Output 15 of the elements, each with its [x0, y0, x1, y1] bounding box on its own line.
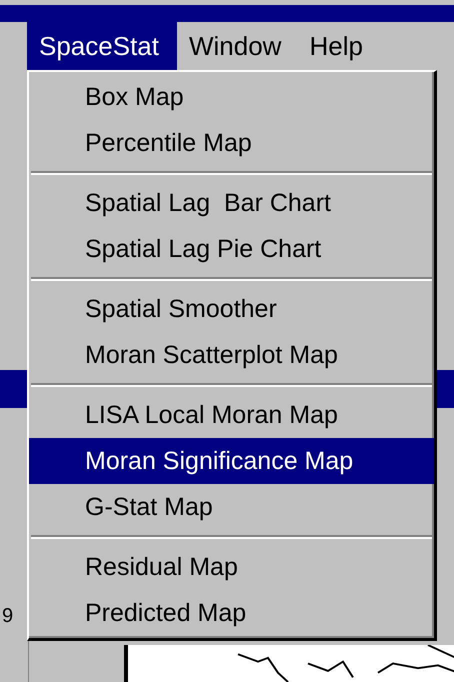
menu-bar-item[interactable]: Window	[176, 22, 298, 70]
menu-item[interactable]: LISA Local Moran Map	[29, 392, 434, 438]
menu-item[interactable]: Moran Significance Map	[29, 438, 434, 484]
menu-item[interactable]: Moran Scatterplot Map	[29, 332, 434, 378]
menu-item[interactable]: Percentile Map	[29, 120, 434, 166]
menu-item[interactable]: Box Map	[29, 74, 434, 120]
menu-item[interactable]: Spatial Smoother	[29, 286, 434, 332]
axis-label: 9	[2, 605, 14, 628]
menu-item[interactable]: G-Stat Map	[29, 484, 434, 530]
menu-bar-item[interactable]: Help	[297, 22, 379, 70]
menu-item[interactable]: Residual Map	[29, 544, 434, 590]
menu-item[interactable]: Spatial Lag Pie Chart	[29, 226, 434, 272]
menu-item[interactable]: Spatial Lag Bar Chart	[29, 180, 434, 226]
menu-item[interactable]: Predicted Map	[29, 590, 434, 636]
menu-bar-item[interactable]: SpaceStat	[27, 22, 177, 70]
